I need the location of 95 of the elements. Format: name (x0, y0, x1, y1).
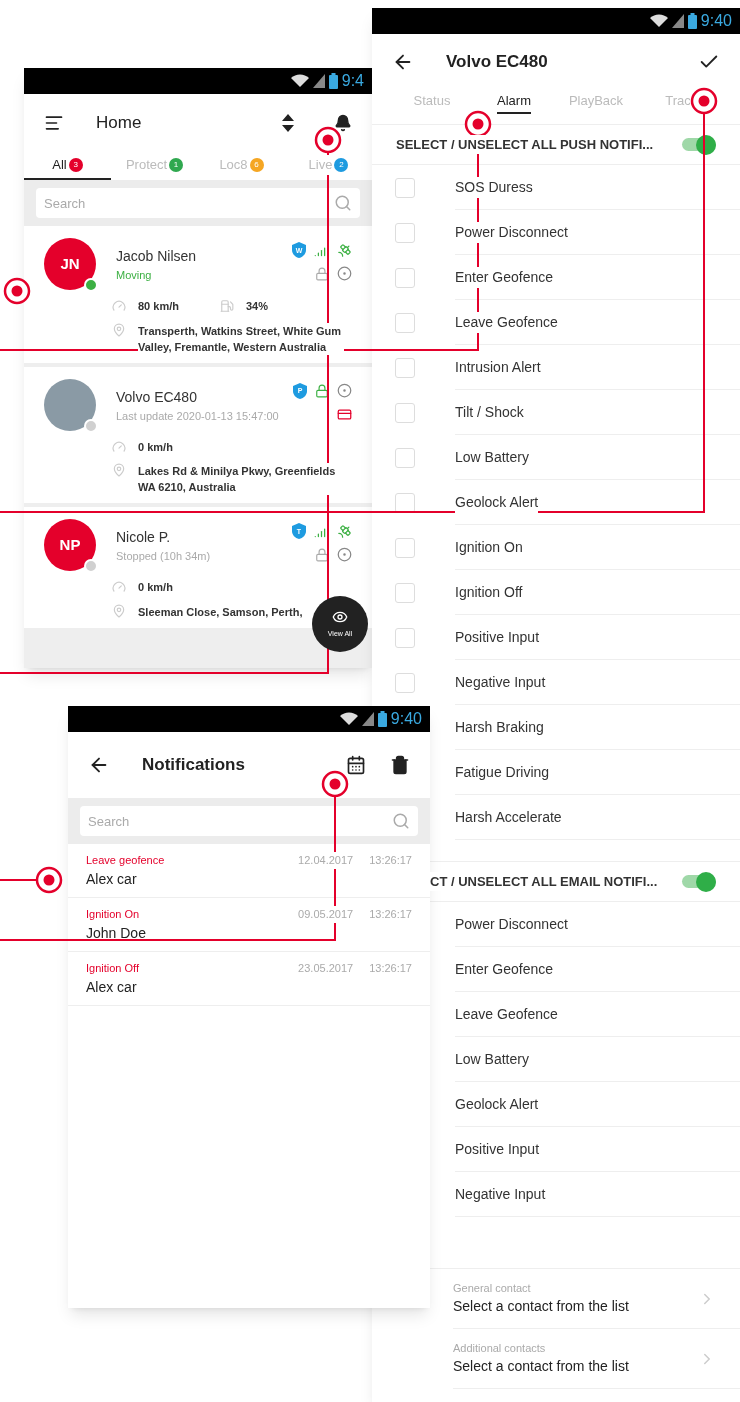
toggle-switch[interactable] (682, 871, 716, 892)
checkbox[interactable] (395, 267, 415, 288)
checkbox[interactable] (395, 447, 415, 468)
checkbox[interactable] (395, 582, 415, 603)
checkbox[interactable] (395, 402, 415, 423)
search-field[interactable]: Search (36, 188, 360, 218)
contact-label: General contact (453, 1280, 532, 1296)
speed-text: 0 km/h (138, 580, 174, 595)
contact-row[interactable]: General contact Select a contact from the list (453, 1269, 740, 1329)
vehicle-status: Last update 2020-01-13 15:47:00 (116, 408, 280, 424)
checkbox[interactable] (395, 357, 415, 378)
avatar-initials: NP (44, 519, 96, 571)
notification-row[interactable]: Ignition Off 23.05.2017 13:26:17 Alex car (68, 952, 430, 1006)
address-text: Transperth, Watkins Street, White Gum Valley, Fremantle, Western Australia (138, 322, 344, 355)
vehicle-status: Moving (116, 268, 153, 283)
vehicle-name: John Doe (86, 923, 147, 943)
signal-icon (312, 74, 325, 88)
vehicle-status: Stopped (10h 34m) (116, 549, 212, 564)
avatar-initials: JN (44, 238, 96, 290)
tab[interactable]: Alarm (497, 90, 531, 114)
vehicle-name: Alex car (86, 869, 138, 889)
event-type: Ignition Off (86, 961, 140, 976)
speedometer-icon (112, 299, 126, 314)
trash-icon[interactable] (390, 755, 410, 775)
speedometer-icon (112, 439, 126, 454)
satellite-icon (337, 242, 352, 258)
map-pin-icon (112, 603, 126, 618)
checkbox[interactable] (395, 627, 415, 648)
toggle-switch[interactable] (682, 134, 716, 155)
event-type: Leave geofence (86, 853, 166, 868)
vehicle-name: Nicole P. (116, 528, 172, 547)
checkbox[interactable] (395, 312, 415, 333)
screen-title: Home (96, 112, 142, 135)
checkbox[interactable] (395, 537, 415, 558)
search-icon (334, 194, 352, 212)
event-time: 13:26:17 (369, 907, 412, 922)
contact-label: Additional contacts (453, 1340, 547, 1356)
speedometer-icon (112, 580, 126, 595)
fuel-pump-icon (220, 299, 234, 314)
checkbox[interactable] (395, 177, 415, 198)
screen-title: Notifications (142, 754, 245, 777)
calendar-icon[interactable] (346, 755, 366, 775)
speed-text: 80 km/h (138, 299, 180, 314)
event-time: 13:26:17 (369, 961, 412, 976)
wifi-icon (649, 14, 668, 28)
count-badge: 3 (68, 158, 83, 172)
event-date: 09.05.2017 (298, 906, 354, 923)
screen-title: Volvo EC480 (446, 51, 548, 74)
contact-value: Select a contact from the list (453, 1357, 630, 1377)
target-icon (337, 266, 352, 281)
contact-row[interactable]: Additional contacts Select a contact from the list (453, 1329, 740, 1389)
target-icon (337, 547, 352, 562)
alarm-option: SOS Duress (455, 176, 533, 198)
map-pin-icon (112, 322, 126, 337)
checkbox[interactable] (395, 222, 415, 243)
battery-icon (687, 13, 697, 29)
sort-icon[interactable] (282, 114, 294, 132)
fuel-text: 34% (246, 299, 269, 314)
wifi-icon (339, 712, 358, 726)
speed-text: 0 km/h (138, 439, 174, 455)
menu-icon[interactable] (44, 113, 64, 133)
event-type: Ignition On (86, 907, 141, 922)
signal-icon (671, 14, 684, 28)
count-badge: 6 (249, 158, 264, 172)
vehicle-name: Alex car (86, 977, 138, 997)
battery-icon (328, 73, 338, 89)
satellite-icon (337, 523, 352, 539)
event-time: 13:26:17 (369, 853, 412, 868)
alarm-option: Enter Geofence (455, 266, 554, 288)
map-pin-icon (112, 463, 126, 477)
status-time: 9:4 (341, 73, 364, 89)
checkbox[interactable] (395, 492, 415, 513)
alarm-option: Leave Geofence (455, 311, 558, 333)
count-badge: 2 (334, 158, 349, 172)
photo-placeholder (44, 378, 96, 431)
checkbox[interactable] (395, 672, 415, 693)
signal-icon (361, 712, 374, 726)
event-date: 12.04.2017 (298, 852, 354, 869)
target-icon (337, 383, 352, 398)
status-time: 9:40 (390, 711, 422, 727)
search-field[interactable]: Search (80, 806, 418, 836)
alarm-option: Power Disconnect (455, 221, 568, 243)
card-icon (337, 406, 352, 422)
notification-row[interactable]: Ignition On 09.05.2017 13:26:17 John Doe (68, 898, 430, 952)
search-icon (392, 812, 410, 830)
contact-value: Select a contact from the list (453, 1297, 630, 1317)
bell-icon[interactable] (334, 114, 352, 132)
wifi-icon (290, 74, 309, 88)
status-time: 9:40 (700, 13, 732, 29)
select-all-label: SELECT / UNSELECT ALL PUSH NOTIFI... (396, 134, 654, 155)
vehicle-name: Volvo EC480 (116, 387, 198, 407)
notification-row[interactable]: Leave geofence 12.04.2017 13:26:17 Alex car (68, 844, 430, 898)
battery-icon (377, 711, 387, 727)
count-badge: 1 (169, 158, 184, 172)
vehicle-name: Jacob Nilsen (116, 247, 198, 266)
